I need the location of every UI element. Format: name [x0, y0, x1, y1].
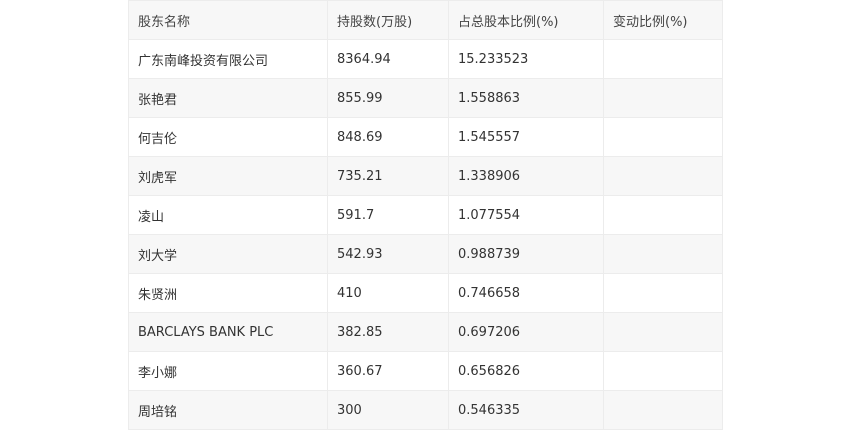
header-change-ratio: 变动比例(%) [603, 0, 723, 40]
cell-change-ratio [603, 156, 723, 196]
table-header-row: 股东名称 持股数(万股) 占总股本比例(%) 变动比例(%) [128, 0, 723, 40]
cell-share-ratio: 15.233523 [448, 39, 604, 79]
cell-change-ratio [603, 195, 723, 235]
table-row: 李小娜 360.67 0.656826 [128, 351, 723, 391]
cell-shareholder-name: 何吉伦 [128, 117, 328, 157]
cell-share-ratio: 1.558863 [448, 78, 604, 118]
table-row: 张艳君 855.99 1.558863 [128, 78, 723, 118]
cell-shares-held: 591.7 [327, 195, 449, 235]
cell-shares-held: 542.93 [327, 234, 449, 274]
table-row: 凌山 591.7 1.077554 [128, 195, 723, 235]
cell-shareholder-name: 张艳君 [128, 78, 328, 118]
cell-shares-held: 360.67 [327, 351, 449, 391]
header-shareholder-name: 股东名称 [128, 0, 328, 40]
cell-shareholder-name: 朱贤洲 [128, 273, 328, 313]
table-row: 周培铭 300 0.546335 [128, 390, 723, 430]
cell-change-ratio [603, 390, 723, 430]
cell-share-ratio: 1.545557 [448, 117, 604, 157]
cell-change-ratio [603, 117, 723, 157]
table-row: 朱贤洲 410 0.746658 [128, 273, 723, 313]
cell-share-ratio: 0.656826 [448, 351, 604, 391]
cell-shareholder-name: 凌山 [128, 195, 328, 235]
cell-shareholder-name: 刘虎军 [128, 156, 328, 196]
cell-change-ratio [603, 351, 723, 391]
cell-shares-held: 382.85 [327, 312, 449, 352]
cell-share-ratio: 0.546335 [448, 390, 604, 430]
table-row: 广东南峰投资有限公司 8364.94 15.233523 [128, 39, 723, 79]
cell-share-ratio: 1.077554 [448, 195, 604, 235]
cell-share-ratio: 0.988739 [448, 234, 604, 274]
shareholder-table-container: 股东名称 持股数(万股) 占总股本比例(%) 变动比例(%) 广东南峰投资有限公… [128, 0, 723, 430]
cell-shares-held: 410 [327, 273, 449, 313]
header-share-ratio: 占总股本比例(%) [448, 0, 604, 40]
cell-shares-held: 848.69 [327, 117, 449, 157]
cell-share-ratio: 0.746658 [448, 273, 604, 313]
table-row: 何吉伦 848.69 1.545557 [128, 117, 723, 157]
cell-change-ratio [603, 78, 723, 118]
table-row: BARCLAYS BANK PLC 382.85 0.697206 [128, 312, 723, 352]
cell-shares-held: 735.21 [327, 156, 449, 196]
cell-shareholder-name: 周培铭 [128, 390, 328, 430]
table-row: 刘大学 542.93 0.988739 [128, 234, 723, 274]
cell-shares-held: 855.99 [327, 78, 449, 118]
shareholder-table: 股东名称 持股数(万股) 占总股本比例(%) 变动比例(%) 广东南峰投资有限公… [128, 0, 723, 430]
cell-shareholder-name: BARCLAYS BANK PLC [128, 312, 328, 352]
cell-shares-held: 300 [327, 390, 449, 430]
cell-share-ratio: 1.338906 [448, 156, 604, 196]
cell-change-ratio [603, 273, 723, 313]
cell-shareholder-name: 刘大学 [128, 234, 328, 274]
cell-shareholder-name: 广东南峰投资有限公司 [128, 39, 328, 79]
cell-change-ratio [603, 234, 723, 274]
table-row: 刘虎军 735.21 1.338906 [128, 156, 723, 196]
cell-shares-held: 8364.94 [327, 39, 449, 79]
cell-share-ratio: 0.697206 [448, 312, 604, 352]
cell-change-ratio [603, 312, 723, 352]
cell-change-ratio [603, 39, 723, 79]
header-shares-held: 持股数(万股) [327, 0, 449, 40]
cell-shareholder-name: 李小娜 [128, 351, 328, 391]
